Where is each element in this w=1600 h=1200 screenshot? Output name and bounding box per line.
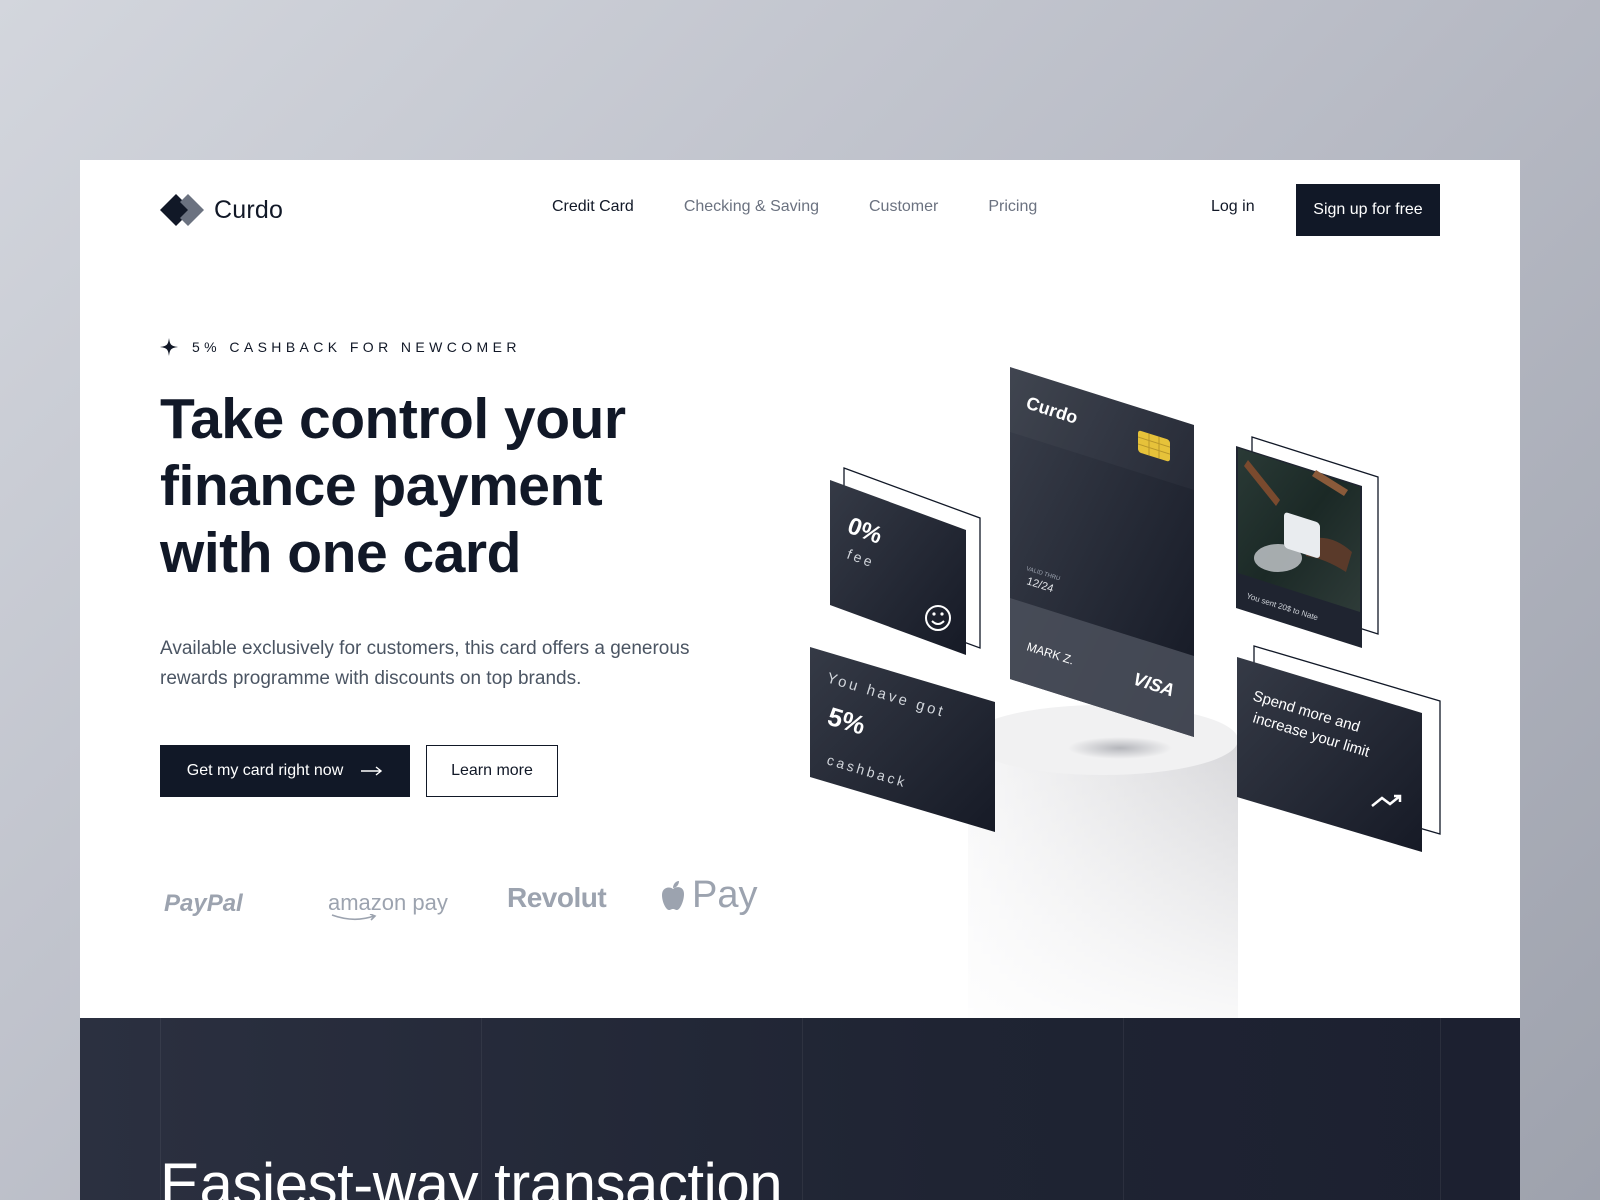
limit-line-1: Spend more and xyxy=(1251,688,1362,736)
cashback-intro: You have got xyxy=(825,670,948,721)
fee-card: 0% fee xyxy=(830,467,981,655)
eyebrow: 5% CASHBACK FOR NEWCOMER xyxy=(160,338,521,356)
headline-line: Take control your xyxy=(160,387,626,451)
nav-item-checking-saving[interactable]: Checking & Saving xyxy=(684,198,819,216)
sparkle-icon xyxy=(160,338,178,356)
brand-name: Curdo xyxy=(214,195,284,224)
card-illustration: 0% fee You have got 5% cashback Curdo VA… xyxy=(810,367,1441,1020)
valid-thru: 12/24 xyxy=(1025,575,1055,595)
grid-line xyxy=(1440,1018,1441,1200)
section-title: Easiest-way transaction xyxy=(160,1151,783,1200)
fee-label: fee xyxy=(845,546,877,571)
page-frame: Curdo Credit Card Checking & Saving Cust… xyxy=(80,160,1520,1200)
headline-line: finance payment xyxy=(160,454,603,518)
learn-more-button[interactable]: Learn more xyxy=(426,745,558,797)
get-card-label: Get my card right now xyxy=(186,762,344,779)
limit-line-2: increase your limit xyxy=(1251,710,1372,761)
nav-item-credit-card[interactable]: Credit Card xyxy=(552,198,634,216)
smiley-icon xyxy=(925,605,951,631)
logo[interactable]: Curdo xyxy=(160,192,283,228)
card-holder: MARK Z. xyxy=(1025,640,1076,668)
revolut-logo: Revolut xyxy=(507,882,607,913)
apple-pay-logo: Pay xyxy=(660,874,757,917)
get-card-button[interactable]: Get my card right now xyxy=(160,745,410,797)
hero-headline: Take control your finance payment with o… xyxy=(160,386,720,587)
apple-pay-text: Pay xyxy=(692,874,758,916)
logo-diamond-icon xyxy=(160,194,204,226)
nav-item-customer[interactable]: Customer xyxy=(869,198,938,216)
arrow-right-icon xyxy=(361,766,383,776)
amazon-pay-text: amazon pay xyxy=(328,890,448,915)
amazon-smile-icon xyxy=(331,914,377,921)
pedestal xyxy=(968,705,1238,1020)
credit-card: Curdo VALID THRU 12/24 MARK Z. VISA xyxy=(1010,367,1194,737)
cashback-label: cashback xyxy=(825,752,909,791)
visa-logo: VISA xyxy=(1131,669,1177,701)
login-link[interactable]: Log in xyxy=(1211,198,1255,216)
photo-detail xyxy=(1244,460,1280,506)
headline-line: with one card xyxy=(160,521,521,585)
transfer-card: You sent 20$ to Nate xyxy=(1236,436,1379,648)
amazon-pay-logo: amazon pay xyxy=(328,890,448,921)
nav-item-pricing[interactable]: Pricing xyxy=(988,198,1037,216)
transfer-note: You sent 20$ to Nate xyxy=(1245,591,1319,622)
transaction-section: Easiest-way transaction xyxy=(80,1018,1520,1200)
trend-up-icon xyxy=(1371,794,1402,807)
cashback-card: You have got 5% cashback xyxy=(810,647,995,832)
limit-card: Spend more and increase your limit xyxy=(1237,645,1441,852)
signup-button[interactable]: Sign up for free xyxy=(1296,184,1440,236)
cashback-value: 5% xyxy=(824,701,869,740)
fee-value: 0% xyxy=(844,512,886,549)
valid-thru-label: VALID THRU xyxy=(1025,566,1060,582)
apple-icon xyxy=(662,880,684,910)
main-nav: Credit Card Checking & Saving Customer P… xyxy=(552,198,1037,216)
grid-line xyxy=(802,1018,803,1200)
paypal-logo: PayPal xyxy=(164,890,243,917)
card-brand: Curdo xyxy=(1024,393,1081,428)
eyebrow-text: 5% CASHBACK FOR NEWCOMER xyxy=(192,339,521,355)
chip-icon xyxy=(1138,430,1170,462)
grid-line xyxy=(1123,1018,1124,1200)
hero-description: Available exclusively for customers, thi… xyxy=(160,638,690,689)
